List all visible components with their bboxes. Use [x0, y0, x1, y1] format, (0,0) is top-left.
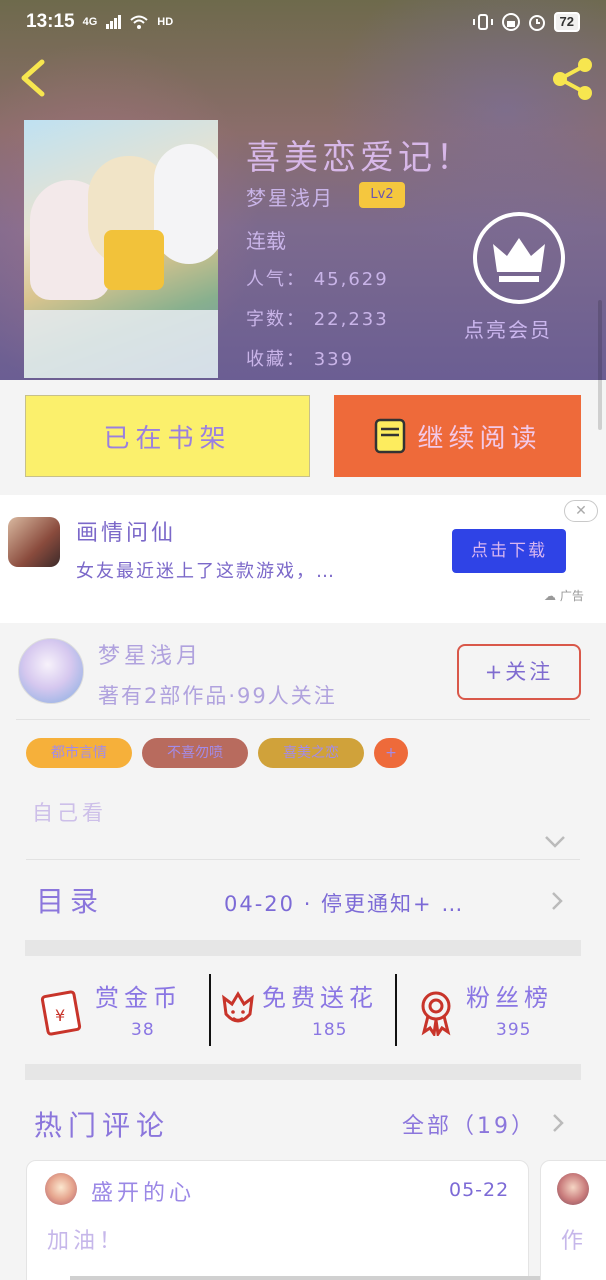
signal-icon: [106, 15, 122, 29]
ad-label-text: 广告: [559, 589, 584, 603]
author-avatar[interactable]: [18, 638, 84, 704]
ad-label: ☁ 广告: [544, 587, 584, 604]
comment-card[interactable]: 盛开的心 05-22 加油！: [26, 1160, 529, 1280]
vip-button[interactable]: [473, 212, 565, 304]
word-count-stat: 字数： 22,233: [246, 309, 389, 330]
book-cover[interactable]: [24, 120, 218, 378]
vibrate-icon: [472, 14, 493, 30]
send-flower-label: 免费送花: [262, 984, 378, 1012]
in-shelf-button[interactable]: 已在书架: [25, 395, 310, 477]
book-author[interactable]: 梦星浅月: [246, 182, 334, 211]
comment-date: 05-22: [449, 1179, 510, 1201]
battery-indicator: 72: [553, 12, 580, 32]
send-flower-count: 185: [312, 1020, 348, 1040]
status-time: 13:15: [26, 11, 75, 32]
hot-comments-title: 热门评论: [34, 1109, 171, 1142]
wifi-icon: [130, 15, 148, 29]
cloud-icon: ☁: [544, 589, 556, 603]
ad-close-button[interactable]: ✕: [564, 500, 598, 522]
send-flower-button[interactable]: 免费送花 185: [212, 974, 398, 1046]
book-status: 连载: [246, 229, 286, 253]
carousel-indicator: [70, 1276, 540, 1280]
ad-title: 画情问仙: [76, 521, 177, 546]
catalog-latest-chapter[interactable]: 04-20 · 停更通知+ …: [224, 888, 464, 918]
popularity-stat: 人气： 45,629: [246, 269, 389, 290]
tag-no-flame[interactable]: 不喜勿喷: [142, 738, 248, 768]
tag-add-button[interactable]: +: [374, 738, 408, 768]
cover-foreground: [24, 310, 218, 378]
in-shelf-label: 已在书架: [103, 423, 232, 454]
commenter-name[interactable]: 盛开的心: [91, 1175, 195, 1207]
reward-coins-label: 赏金币: [95, 984, 182, 1012]
reward-coins-button[interactable]: ¥ 赏金币 38: [25, 974, 211, 1046]
follow-button[interactable]: +关注: [457, 644, 581, 700]
catalog-title[interactable]: 目录: [36, 880, 104, 920]
chevron-down-icon[interactable]: [544, 834, 566, 850]
commenter-avatar[interactable]: [45, 1173, 77, 1205]
comment-text: 作: [561, 1229, 584, 1254]
book-header: 13:15 4G HD 72 喜美恋爱记！ 梦星浅月 Lv2 连载 人气： 45…: [0, 0, 606, 380]
status-bar: 13:15 4G HD 72: [0, 0, 606, 44]
crown-icon: [493, 238, 545, 282]
alarm-icon: [528, 15, 545, 31]
all-comments-link[interactable]: 全部（19）: [402, 1108, 536, 1140]
vip-label[interactable]: 点亮会员: [464, 314, 552, 343]
fans-ranking-count: 395: [496, 1020, 532, 1040]
back-arrow-icon[interactable]: [16, 58, 52, 98]
svg-text:¥: ¥: [55, 1006, 65, 1025]
medal-icon: [421, 991, 451, 1036]
book-icon: [375, 418, 406, 454]
author-level-badge: Lv2: [359, 182, 405, 208]
author-row: 梦星浅月 著有2部作品·99人关注 +关注: [0, 624, 606, 720]
reward-coins-count: 38: [131, 1020, 155, 1040]
ad-download-button[interactable]: 点击下载: [452, 529, 566, 573]
cover-figure-detail: [104, 230, 164, 290]
comment-text: 加油！: [47, 1229, 126, 1254]
author-name[interactable]: 梦星浅月: [98, 638, 202, 670]
book-title: 喜美恋爱记！: [246, 138, 474, 178]
red-envelope-icon: ¥: [40, 990, 82, 1036]
divider: [16, 719, 590, 720]
divider: [209, 974, 211, 1046]
section-separator: [25, 940, 581, 956]
chevron-right-icon[interactable]: [550, 890, 564, 912]
ad-description: 女友最近迷上了这款游戏，…: [76, 561, 336, 582]
scrollbar[interactable]: [598, 300, 602, 430]
divider: [26, 859, 580, 860]
fans-ranking-button[interactable]: 粉丝榜 395: [398, 974, 584, 1046]
favorites-stat: 收藏： 339: [246, 349, 355, 370]
tag-urban-romance[interactable]: 都市言情: [26, 738, 132, 768]
ad-thumbnail: [8, 517, 60, 567]
continue-reading-label: 继续阅读: [417, 423, 542, 454]
share-icon[interactable]: [550, 56, 596, 102]
comment-card[interactable]: 作: [540, 1160, 606, 1280]
ad-banner[interactable]: 画情问仙 女友最近迷上了这款游戏，… 点击下载 ✕ ☁ 广告: [0, 495, 606, 623]
tag-xi-mei[interactable]: 喜美之恋: [258, 738, 364, 768]
continue-reading-button[interactable]: 继续阅读: [334, 395, 581, 477]
commenter-avatar[interactable]: [557, 1173, 589, 1205]
section-separator: [25, 1064, 581, 1080]
chevron-right-icon[interactable]: [551, 1112, 565, 1134]
flower-icon: [222, 991, 254, 1023]
lock-icon: [501, 13, 520, 31]
book-description: 自己看: [32, 801, 107, 825]
fans-ranking-label: 粉丝榜: [466, 984, 553, 1012]
divider: [395, 974, 397, 1046]
hd-label: HD: [157, 16, 174, 28]
author-meta: 著有2部作品·99人关注: [98, 684, 337, 708]
network-label: 4G: [82, 16, 98, 28]
